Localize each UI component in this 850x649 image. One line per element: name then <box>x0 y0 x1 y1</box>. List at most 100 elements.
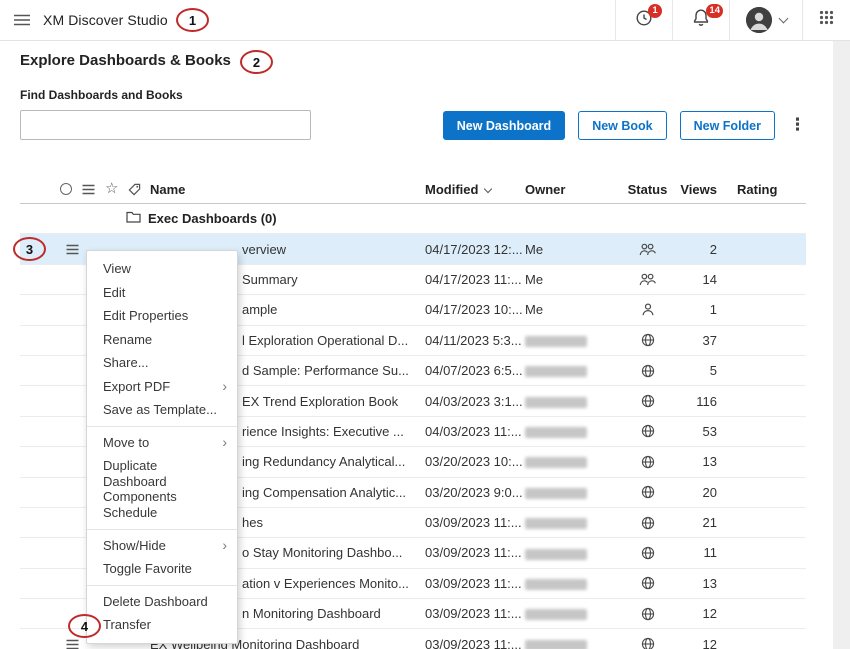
row-status <box>620 303 675 316</box>
more-options-icon[interactable]: ⋮ <box>789 117 806 134</box>
account-menu-button[interactable] <box>729 0 802 40</box>
globe-icon <box>641 455 655 469</box>
select-all-radio-icon[interactable] <box>60 183 72 195</box>
annotation-number: 1 <box>189 14 196 27</box>
sort-desc-icon <box>484 184 492 192</box>
menu-item-label: Share... <box>103 355 227 370</box>
row-status <box>620 576 675 590</box>
annotation-circle-4: 4 <box>68 614 101 638</box>
redacted-owner-text <box>525 609 587 620</box>
annotation-number: 4 <box>81 620 88 633</box>
row-modified: 03/09/2023 11:... <box>425 515 525 530</box>
column-header-owner[interactable]: Owner <box>525 182 620 197</box>
redacted-owner-text <box>525 427 587 438</box>
row-status <box>620 546 675 560</box>
new-book-button[interactable]: New Book <box>578 111 666 140</box>
row-modified: 03/09/2023 11:... <box>425 576 525 591</box>
row-modified: 04/17/2023 11:... <box>425 272 525 287</box>
menu-item-edit[interactable]: Edit <box>87 281 237 305</box>
menu-item-export-pdf[interactable]: Export PDF› <box>87 375 237 399</box>
search-input[interactable] <box>20 110 311 140</box>
new-dashboard-button[interactable]: New Dashboard <box>443 111 565 140</box>
row-status <box>620 243 675 256</box>
redacted-owner-text <box>525 336 587 347</box>
menu-item-dashboard-components[interactable]: Dashboard Components <box>87 478 237 502</box>
menu-item-label: View <box>103 261 227 276</box>
menu-item-schedule[interactable]: Schedule <box>87 501 237 525</box>
menu-item-edit-properties[interactable]: Edit Properties <box>87 304 237 328</box>
context-menu: View EditEdit PropertiesRename Share... Exp… <box>86 250 238 644</box>
redacted-owner-text <box>525 397 587 408</box>
row-views: 20 <box>675 485 725 500</box>
menu-item-show-hide[interactable]: Show/Hide› <box>87 534 237 558</box>
globe-icon <box>641 607 655 621</box>
row-modified: 03/09/2023 11:... <box>425 637 525 649</box>
hamburger-menu-icon[interactable] <box>14 14 30 26</box>
row-owner: Me <box>525 242 620 257</box>
submenu-arrow-icon: › <box>222 538 227 552</box>
row-owner <box>525 485 620 500</box>
row-status <box>620 273 675 286</box>
annotation-number: 2 <box>253 56 260 69</box>
topbar: XM Discover Studio 1 14 <box>0 0 850 41</box>
row-views: 14 <box>675 272 725 287</box>
menu-divider <box>87 426 237 427</box>
row-views: 12 <box>675 637 725 649</box>
row-modified: 03/20/2023 9:0... <box>425 485 525 500</box>
table-header: ☆ Name Modified Owner Status Views Ratin… <box>20 175 806 204</box>
drag-handle-icon[interactable] <box>66 244 79 255</box>
column-header-rating[interactable]: Rating <box>725 182 806 197</box>
alerts-badge: 1 <box>648 4 662 18</box>
page-title: Explore Dashboards & Books <box>20 52 231 69</box>
notifications-button[interactable]: 14 <box>672 0 729 40</box>
annotation-circle-2: 2 <box>240 50 273 74</box>
notifications-badge: 14 <box>706 4 723 18</box>
redacted-owner-text <box>525 457 587 468</box>
row-views: 21 <box>675 515 725 530</box>
menu-item-save-as-template[interactable]: Save as Template... <box>87 398 237 422</box>
redacted-owner-text <box>525 366 587 377</box>
row-owner <box>525 606 620 621</box>
menu-item-label: Move to <box>103 435 222 450</box>
menu-item-delete-dashboard[interactable]: Delete Dashboard <box>87 590 237 614</box>
favorite-star-icon[interactable]: ☆ <box>105 181 118 196</box>
folder-row[interactable]: Exec Dashboards (0) <box>20 204 806 234</box>
list-filter-icon[interactable] <box>82 184 95 195</box>
menu-item-label: Delete Dashboard <box>103 594 227 609</box>
menu-item-label: Dashboard Components <box>103 474 227 504</box>
row-views: 2 <box>675 242 725 257</box>
column-header-status[interactable]: Status <box>620 182 675 197</box>
alerts-button[interactable]: 1 <box>615 0 672 40</box>
column-header-name[interactable]: Name <box>150 182 425 197</box>
new-folder-button[interactable]: New Folder <box>680 111 775 140</box>
row-modified: 04/17/2023 10:... <box>425 302 525 317</box>
menu-item-transfer[interactable]: Transfer <box>87 613 237 637</box>
label-tag-icon[interactable] <box>128 183 141 196</box>
row-modified: 04/03/2023 3:1... <box>425 394 525 409</box>
menu-item-move-to[interactable]: Move to› <box>87 431 237 455</box>
menu-item-label: Duplicate <box>103 458 227 473</box>
drag-handle-icon[interactable] <box>66 639 79 649</box>
folder-icon <box>126 211 141 226</box>
topbar-right: 1 14 <box>615 0 850 40</box>
row-owner <box>525 363 620 378</box>
globe-icon <box>641 576 655 590</box>
menu-item-share[interactable]: Share... <box>87 351 237 375</box>
menu-divider <box>87 529 237 530</box>
row-modified: 03/20/2023 10:... <box>425 454 525 469</box>
column-header-modified-label: Modified <box>425 182 478 197</box>
menu-item-rename[interactable]: Rename <box>87 328 237 352</box>
chevron-down-icon <box>778 13 788 23</box>
row-status <box>620 394 675 408</box>
header-icons: ☆ <box>20 183 150 196</box>
annotation-circle-3: 3 <box>13 237 46 261</box>
app-switcher-button[interactable] <box>802 0 850 40</box>
scrollbar[interactable] <box>833 41 850 649</box>
menu-item-toggle-favorite[interactable]: Toggle Favorite <box>87 557 237 581</box>
row-views: 5 <box>675 363 725 378</box>
row-owner <box>525 576 620 591</box>
row-status <box>620 424 675 438</box>
column-header-modified[interactable]: Modified <box>425 182 525 197</box>
column-header-views[interactable]: Views <box>675 182 725 197</box>
menu-item-view[interactable]: View <box>87 257 237 281</box>
